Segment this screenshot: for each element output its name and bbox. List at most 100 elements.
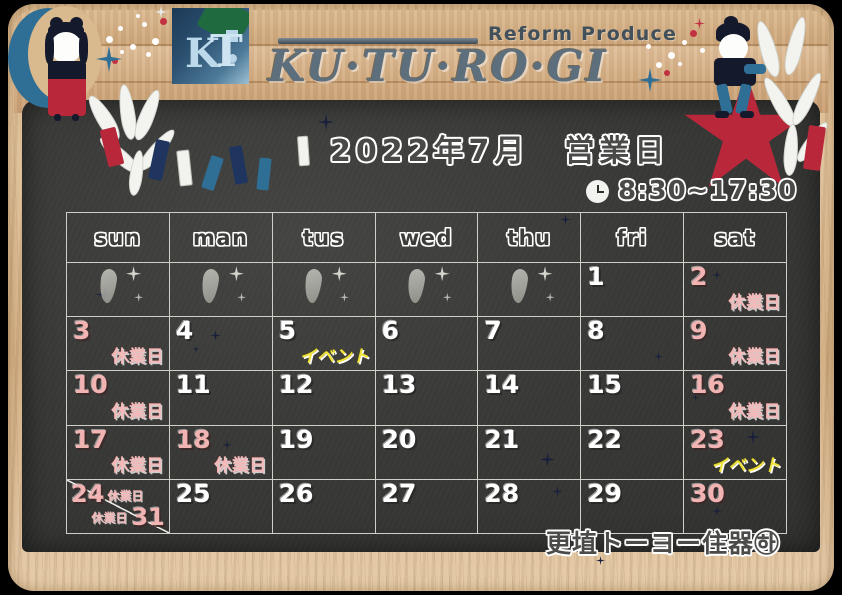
event-label: イベント xyxy=(710,455,781,476)
weekday-header-tus: tus xyxy=(272,213,376,263)
day-number: 14 xyxy=(484,371,520,400)
calendar-cell-day-4[interactable]: 4 xyxy=(169,317,273,372)
calendar-cell-day-22[interactable]: 22 xyxy=(581,425,685,480)
day-number: 29 xyxy=(587,479,623,508)
sparkle-dot-icon xyxy=(134,292,144,302)
day-number: 21 xyxy=(484,425,520,454)
day-number: 15 xyxy=(587,371,623,400)
weekday-header-man: man xyxy=(169,213,273,263)
event-label: イベント xyxy=(299,347,370,368)
day-number: 11 xyxy=(175,371,211,400)
closed-label: 休業日 xyxy=(111,401,164,422)
day-number: 31 xyxy=(131,503,165,531)
day-number: 10 xyxy=(73,371,108,400)
calendar-cell-day-7[interactable]: 7 xyxy=(478,317,582,372)
sparkle-star-icon xyxy=(126,266,142,282)
closed-label: 休業日 xyxy=(111,455,164,476)
closed-label: 休業日 xyxy=(214,455,267,476)
calendar-cell-day-5[interactable]: 5 イベント xyxy=(272,317,376,372)
calendar-cell-empty xyxy=(375,263,479,318)
day-number: 23 xyxy=(690,425,725,454)
calendar-cell-day-21[interactable]: 21 xyxy=(478,425,582,480)
closed-label: 休業日 xyxy=(728,293,781,314)
day-number: 19 xyxy=(278,425,314,454)
calendar-cell-day-14[interactable]: 14 xyxy=(478,371,582,426)
calendar-cell-day-8[interactable]: 8 xyxy=(581,317,685,372)
closed-label: 休業日 xyxy=(91,511,128,525)
sparkle-dot-icon xyxy=(339,292,349,302)
calendar-cell-day-9[interactable]: 9 休業日 xyxy=(684,317,787,372)
company-logo-icon: K T xyxy=(172,8,249,84)
calendar-cell-day-13[interactable]: 13 xyxy=(375,371,479,426)
calendar-cell-day-18[interactable]: 18 休業日 xyxy=(169,425,273,480)
calendar-cell-day-11[interactable]: 11 xyxy=(169,371,273,426)
day-number: 4 xyxy=(175,317,194,346)
sparkler-icon xyxy=(97,268,118,305)
calendar-cell-day-19[interactable]: 19 xyxy=(272,425,376,480)
sparkler-icon xyxy=(405,268,427,305)
company-name-footer: 更埴トーヨー住器㉻ xyxy=(546,529,781,558)
calendar-cell-empty xyxy=(67,263,170,318)
sparkle-star-icon xyxy=(228,266,244,282)
day-number: 2 xyxy=(690,263,708,291)
calendar-cell-day-12[interactable]: 12 xyxy=(272,371,376,426)
calendar-cell-day-3[interactable]: 3 休業日 xyxy=(67,317,170,372)
calendar-grid: sun man tus wed thu fri sat 1 2 休業日 3 休業日 4 5 イベント 6 7 8 9… xyxy=(66,212,787,534)
day-number: 25 xyxy=(175,479,211,508)
weekday-header-sun: sun xyxy=(67,213,170,263)
weekday-header-thu: thu xyxy=(478,213,582,263)
calendar-cell-day-23[interactable]: 23 イベント xyxy=(684,425,787,480)
calendar-cell-empty xyxy=(169,263,273,318)
calendar-cell-day-24-31[interactable]: 24 休業日 休業日 31 xyxy=(67,479,170,534)
logo-letter-t: T xyxy=(210,26,243,77)
sparkle-dot-icon xyxy=(442,292,452,302)
calendar-cell-day-25[interactable]: 25 xyxy=(169,479,273,534)
closed-label: 休業日 xyxy=(728,347,781,368)
sparkle-star-icon xyxy=(434,266,450,282)
calendar-cell-day-16[interactable]: 16 休業日 xyxy=(684,371,787,426)
day-number: 6 xyxy=(381,317,399,346)
split-bottom-half: 休業日 31 xyxy=(91,503,164,531)
calendar-cell-day-6[interactable]: 6 xyxy=(375,317,479,372)
business-hours-text: 8:30~17:30 xyxy=(618,176,798,206)
calendar-cell-day-26[interactable]: 26 xyxy=(272,479,376,534)
calendar-cell-empty xyxy=(272,263,376,318)
day-number: 3 xyxy=(73,317,91,346)
closed-label: 休業日 xyxy=(111,347,164,368)
closed-label: 休業日 xyxy=(107,488,144,503)
closed-label: 休業日 xyxy=(728,401,781,422)
day-number: 27 xyxy=(381,479,417,508)
day-number: 12 xyxy=(278,371,314,400)
day-number: 20 xyxy=(381,425,417,454)
calendar-cell-day-17[interactable]: 17 休業日 xyxy=(67,425,170,480)
day-number: 8 xyxy=(587,317,605,346)
day-number: 28 xyxy=(484,479,520,508)
sparkle-dot-icon xyxy=(545,292,555,302)
day-number: 30 xyxy=(690,479,725,508)
page-title: 2022年7月 営業日 xyxy=(330,134,670,169)
day-number: 13 xyxy=(381,371,417,400)
day-number: 22 xyxy=(587,425,623,454)
brand-name: KU·TU·RO·GI xyxy=(268,42,608,92)
day-number: 17 xyxy=(73,425,108,454)
day-number: 18 xyxy=(175,425,211,454)
clock-icon xyxy=(586,179,609,203)
calendar-cell-day-27[interactable]: 27 xyxy=(375,479,479,534)
sparkle-star-icon xyxy=(331,266,347,282)
day-number: 1 xyxy=(587,263,605,291)
day-number: 7 xyxy=(484,317,502,346)
weekday-header-fri: fri xyxy=(581,213,685,263)
calendar-cell-day-1[interactable]: 1 xyxy=(581,263,685,318)
sparkle-star-icon xyxy=(537,266,553,282)
day-number: 9 xyxy=(690,317,708,346)
calendar-cell-day-20[interactable]: 20 xyxy=(375,425,479,480)
sparkler-icon xyxy=(303,268,324,305)
day-number: 26 xyxy=(278,479,314,508)
day-number: 5 xyxy=(278,317,297,346)
calendar-cell-day-15[interactable]: 15 xyxy=(581,371,685,426)
sparkler-icon xyxy=(200,268,221,305)
weekday-header-sat: sat xyxy=(684,213,787,263)
sparkler-icon xyxy=(508,268,530,305)
calendar-cell-day-10[interactable]: 10 休業日 xyxy=(67,371,170,426)
calendar-cell-day-2[interactable]: 2 休業日 xyxy=(684,263,787,318)
